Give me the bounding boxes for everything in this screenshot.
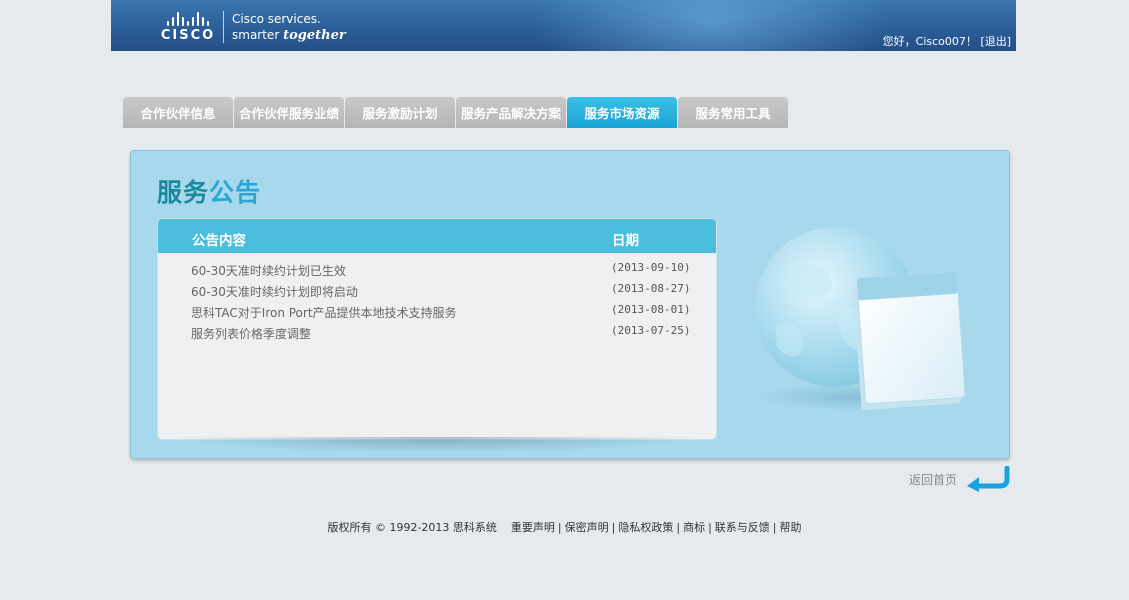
page: CISCO Cisco services. smarter together 您… — [0, 0, 1129, 600]
globe-notebook-illustration — [755, 227, 966, 411]
tab-product-solutions[interactable]: 服务产品解决方案 — [456, 97, 566, 128]
tab-partner-performance[interactable]: 合作伙伴服务业绩 — [234, 97, 344, 128]
footer-link-contact[interactable]: 联系与反馈 — [715, 521, 770, 534]
notice-row: 思科TAC对于Iron Port产品提供本地技术支持服务 (2013-08-01… — [158, 295, 716, 320]
page-title: 服务公告 — [157, 173, 261, 209]
notice-row: 60-30天准时续约计划即将启动 (2013-08-27) — [158, 274, 716, 299]
main-tabs: 合作伙伴信息 合作伙伴服务业绩 服务激励计划 服务产品解决方案 服务市场资源 服… — [123, 97, 789, 128]
page-title-part1: 服务 — [157, 178, 210, 207]
divider: | — [611, 521, 616, 534]
notice-date: (2013-07-25) — [611, 324, 691, 337]
return-arrow-icon — [967, 466, 1010, 492]
tagline-together: together — [283, 27, 346, 43]
column-header-content: 公告内容 — [192, 233, 246, 249]
tab-marketing-resources[interactable]: 服务市场资源 — [567, 97, 677, 128]
page-title-part2: 公告 — [209, 178, 262, 207]
notice-date: (2013-08-01) — [611, 303, 691, 316]
tagline-line2: smarter together — [232, 27, 346, 44]
footer-link-privacy[interactable]: 隐私权政策 — [618, 521, 673, 534]
cisco-logo[interactable]: CISCO Cisco services. smarter together — [159, 8, 346, 46]
cisco-logo-text: CISCO — [160, 27, 216, 43]
cisco-bars-icon — [167, 11, 209, 26]
notice-date: (2013-09-10) — [611, 261, 691, 274]
notice-table-shadow — [171, 437, 701, 453]
user-area: 您好，Cisco007！ [退出] — [883, 33, 1011, 49]
announcement-panel: 服务公告 公告内容 日期 60-30天准时续约计划已生效 (2013-09-10… — [130, 150, 1010, 459]
divider: | — [557, 521, 562, 534]
divider: | — [708, 521, 712, 534]
site-header: CISCO Cisco services. smarter together 您… — [111, 0, 1016, 51]
footer-link-trademark[interactable]: 商标 — [683, 521, 705, 534]
notice-row: 60-30天准时续约计划已生效 (2013-09-10) — [158, 253, 716, 278]
logo-divider — [223, 11, 224, 43]
tab-incentive-program[interactable]: 服务激励计划 — [345, 97, 455, 128]
cisco-logo-mark: CISCO — [159, 11, 217, 43]
tagline-smarter: smarter — [232, 27, 280, 42]
back-home-label: 返回首页 — [909, 472, 958, 487]
notice-table: 公告内容 日期 60-30天准时续约计划已生效 (2013-09-10) 60-… — [157, 218, 717, 440]
tagline-line1: Cisco services. — [232, 11, 321, 26]
column-header-date: 日期 — [612, 233, 639, 249]
divider: | — [772, 521, 777, 534]
site-footer: 版权所有 © 1992-2013 思科系统 重要声明 | 保密声明 | 隐私权政策 | 商标… — [0, 519, 1129, 535]
back-home-link[interactable]: 返回首页 — [909, 466, 1011, 492]
logout-link[interactable]: [退出] — [980, 35, 1011, 48]
divider: | — [676, 521, 681, 534]
tab-partner-info[interactable]: 合作伙伴信息 — [123, 97, 233, 128]
notice-list: 60-30天准时续约计划已生效 (2013-09-10) 60-30天准时续约计… — [158, 253, 716, 341]
user-greeting: 您好，Cisco007！ — [882, 35, 977, 48]
notebook-icon — [853, 271, 966, 410]
tab-common-tools[interactable]: 服务常用工具 — [678, 97, 788, 128]
notice-title-link[interactable]: 服务列表价格季度调整 — [191, 325, 311, 342]
footer-link-important-notice[interactable]: 重要声明 — [511, 521, 555, 534]
notice-table-header: 公告内容 日期 — [158, 219, 716, 253]
copyright-text: 版权所有 © 1992-2013 思科系统 — [327, 521, 497, 534]
footer-link-help[interactable]: 帮助 — [780, 521, 802, 534]
notice-row: 服务列表价格季度调整 (2013-07-25) — [158, 316, 716, 341]
footer-link-confidentiality[interactable]: 保密声明 — [565, 521, 609, 534]
tagline: Cisco services. smarter together — [232, 11, 346, 44]
notice-date: (2013-08-27) — [611, 282, 691, 295]
